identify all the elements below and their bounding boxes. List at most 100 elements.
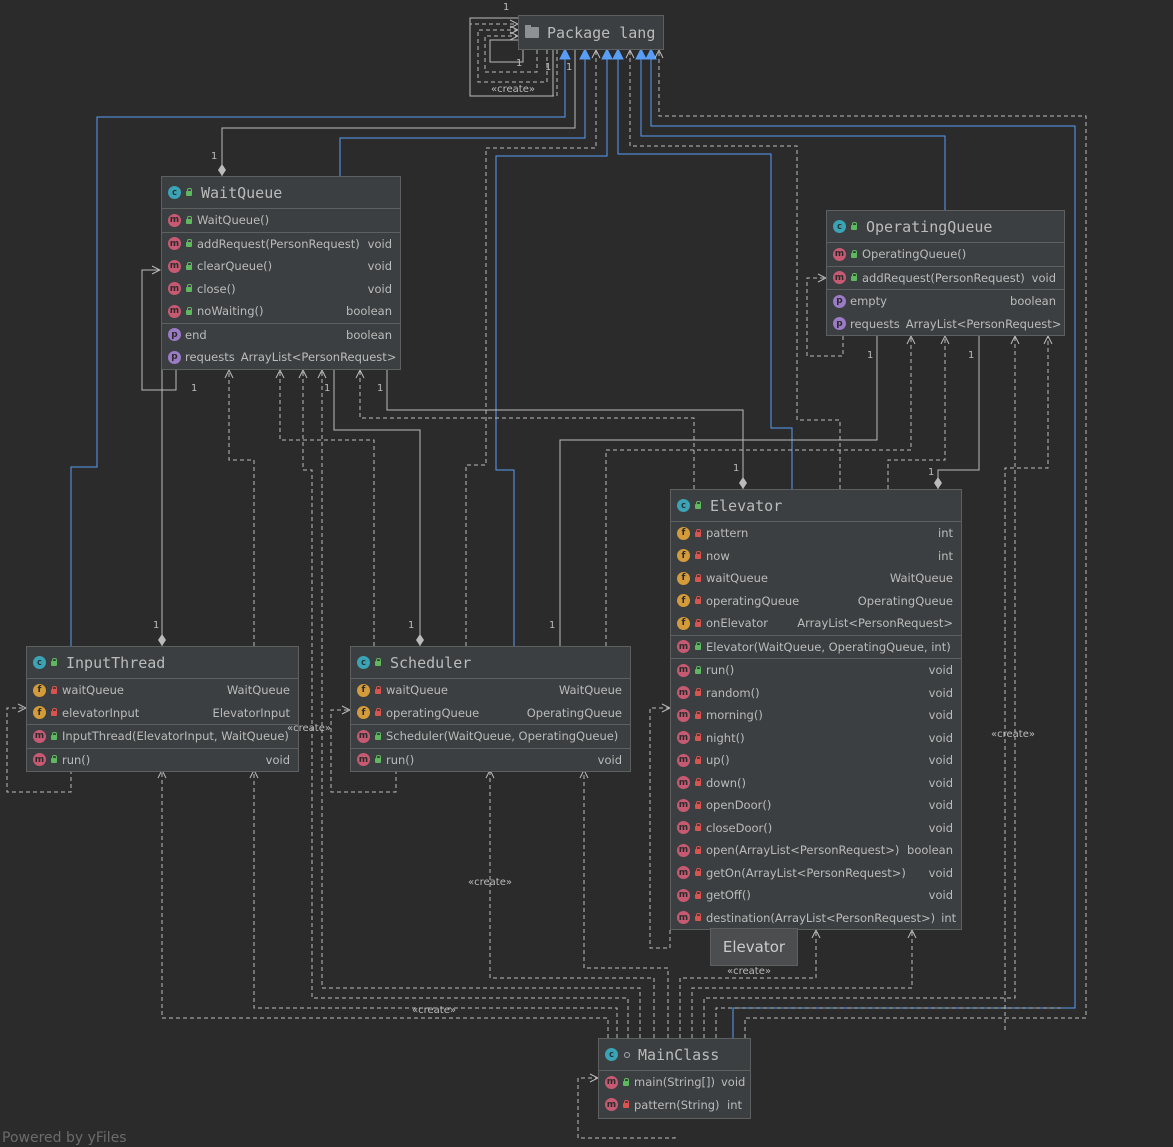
multiplicity-label: 1 [211,151,218,162]
member-name: destination(ArrayList<PersonRequest>) [706,910,936,925]
member-name: operatingQueue [386,705,480,720]
member-name: addRequest(PersonRequest) [197,236,360,251]
class-elevator[interactable]: c Elevator f pattern int f now int f waitQueu… [670,489,962,930]
member-row[interactable]: m noWaiting() boolean [162,300,400,323]
class-scheduler[interactable]: c Scheduler f waitQueue WaitQueue f operati… [350,646,631,772]
member-row[interactable]: f operatingQueue OperatingQueue [351,702,630,725]
member-name: WaitQueue() [197,213,270,228]
member-row[interactable]: f now int [671,545,961,568]
private-icon [694,596,702,605]
property-icon: p [833,294,846,308]
public-icon [622,1077,630,1087]
class-icon: c [677,499,690,512]
member-row[interactable]: f waitQueue WaitQueue [351,679,630,702]
member-row[interactable]: p end boolean [162,324,400,347]
member-type: int [941,910,957,925]
member-row[interactable]: m getOff() void [671,884,961,907]
member-row[interactable]: m close() void [162,278,400,301]
member-type: void [928,820,953,835]
member-row[interactable]: m addRequest(PersonRequest) void [827,267,1064,290]
multiplicity-label: 1 [191,383,198,394]
create-label: «create» [412,1005,456,1016]
member-row[interactable]: p requests ArrayList<PersonRequest> [162,346,400,369]
private-icon [694,710,702,720]
class-inputthread[interactable]: c InputThread f waitQueue WaitQueue f eleva… [26,646,299,772]
member-type: WaitQueue [558,683,622,698]
member-name: closeDoor() [706,820,773,835]
member-row[interactable]: m InputThread(ElevatorInput, WaitQueue) [27,725,298,748]
member-row[interactable]: m random() void [671,682,961,705]
member-row[interactable]: m destination(ArrayList<PersonRequest>) in… [671,907,961,930]
public-icon [850,273,858,282]
member-type: ArrayList<PersonRequest> [797,616,953,631]
member-name: openDoor() [706,798,772,813]
create-label: «create» [991,729,1035,740]
member-row[interactable]: m Elevator(WaitQueue, OperatingQueue, int… [671,636,961,659]
member-row[interactable]: m morning() void [671,704,961,727]
public-icon [50,658,58,667]
member-type: void [265,752,290,767]
public-icon [374,731,382,741]
member-type: ArrayList<PersonRequest> [905,316,1062,331]
public-icon [185,284,193,293]
member-name: down() [706,775,747,790]
member-name: random() [706,685,760,700]
private-icon [694,778,702,787]
method-icon: m [677,866,690,880]
member-type: void [928,685,953,700]
private-icon [694,868,702,877]
package-lang-node[interactable]: Package lang [518,15,664,50]
member-row[interactable]: m main(String[]) void [599,1071,750,1094]
field-icon: f [357,706,370,720]
member-row[interactable]: m run() void [351,749,630,772]
inherit-edge [641,50,946,210]
member-row[interactable]: m run() void [671,659,961,682]
method-icon: m [833,247,846,261]
private-icon [50,685,58,695]
member-row[interactable]: m Scheduler(WaitQueue, OperatingQueue) [351,725,630,748]
member-row[interactable]: m up() void [671,749,961,772]
member-name: pattern [706,526,749,541]
private-icon [694,733,702,742]
member-type: void [928,888,953,903]
member-row[interactable]: m closeDoor() void [671,817,961,840]
member-row[interactable]: m addRequest(PersonRequest) void [162,233,400,256]
member-row[interactable]: m run() void [27,749,298,772]
member-row[interactable]: f operatingQueue OperatingQueue [671,590,961,613]
member-row[interactable]: f waitQueue WaitQueue [27,679,298,702]
public-icon [850,249,858,259]
member-row[interactable]: m open(ArrayList<PersonRequest>) boolean [671,839,961,862]
class-operatingqueue[interactable]: c OperatingQueue m OperatingQueue() m addR… [826,210,1065,336]
class-mainclass[interactable]: c MainClass m main(String[]) void m pattern… [598,1038,751,1119]
method-icon: m [168,213,181,227]
member-row[interactable]: f pattern int [671,522,961,545]
class-title: Scheduler [390,653,472,672]
member-type: boolean [346,327,392,342]
member-type: void [928,730,953,745]
member-row[interactable]: m night() void [671,727,961,750]
member-row[interactable]: p empty boolean [827,290,1064,313]
member-row[interactable]: p requests ArrayList<PersonRequest> [827,313,1064,336]
member-row[interactable]: m clearQueue() void [162,255,400,278]
member-row[interactable]: f onElevator ArrayList<PersonRequest> [671,612,961,635]
public-icon [185,215,193,225]
member-row[interactable]: m getOn(ArrayList<PersonRequest>) void [671,862,961,885]
multiplicity-label: 1 [516,58,523,69]
member-row[interactable]: m down() void [671,772,961,795]
member-type: WaitQueue [226,683,290,698]
member-row[interactable]: f elevatorInput ElevatorInput [27,702,298,725]
member-row[interactable]: m WaitQueue() [162,209,400,232]
class-icon: c [833,220,846,233]
member-type: void [928,865,953,880]
member-row[interactable]: m OperatingQueue() [827,243,1064,266]
multiplicity-label: 1 [377,383,384,394]
class-waitqueue[interactable]: c WaitQueue m WaitQueue() m addRequest(Per… [161,176,401,370]
class-title: WaitQueue [201,183,283,202]
private-icon [694,823,702,832]
member-row[interactable]: f waitQueue WaitQueue [671,567,961,590]
member-type: ArrayList<PersonRequest> [240,350,397,365]
member-name: run() [706,663,735,678]
member-row[interactable]: m openDoor() void [671,794,961,817]
public-icon [694,501,702,510]
member-row[interactable]: m pattern(String) int [599,1094,750,1117]
